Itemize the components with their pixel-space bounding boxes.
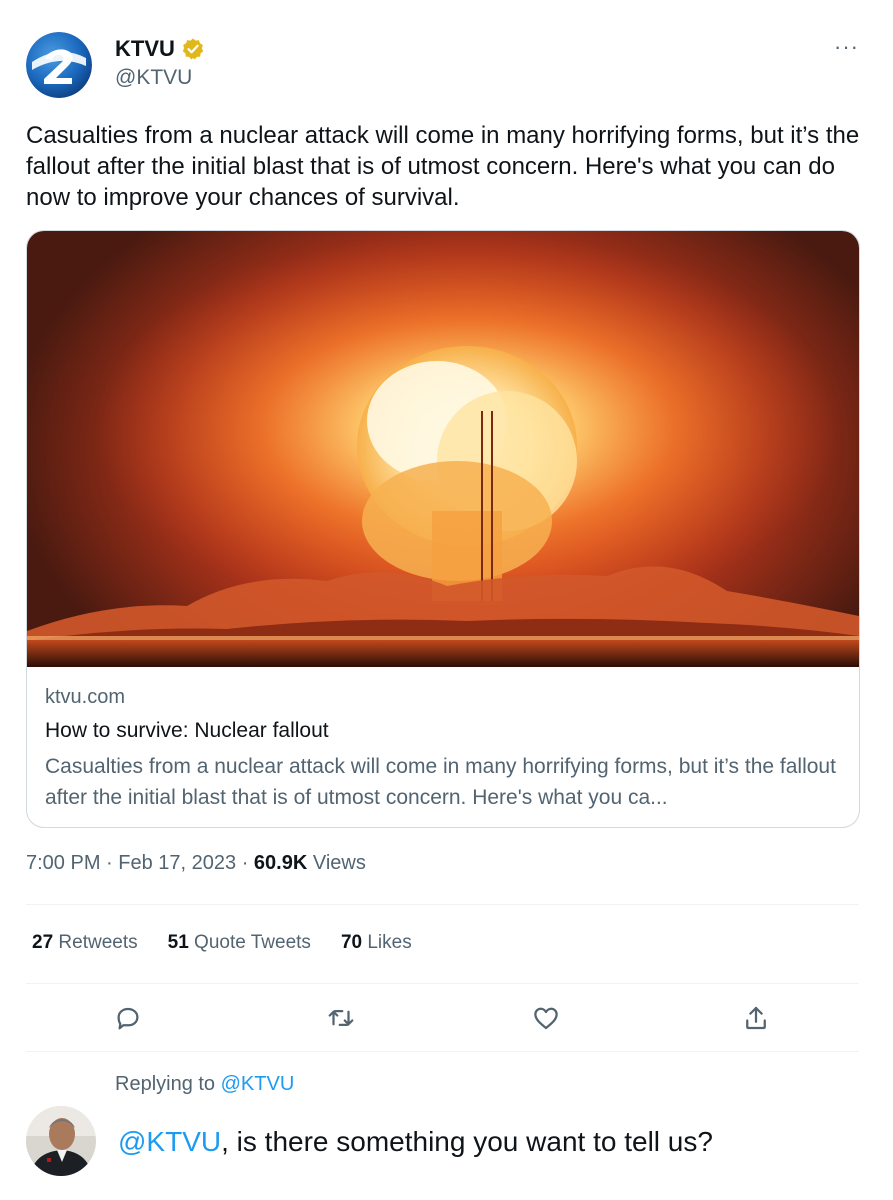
divider [26, 1051, 859, 1052]
tweet-time[interactable]: 7:00 PM [26, 852, 100, 874]
tweet-date[interactable]: Feb 17, 2023 [118, 852, 236, 874]
divider [26, 983, 859, 984]
more-options-icon[interactable]: ··· [834, 36, 859, 58]
card-domain: ktvu.com [45, 686, 126, 708]
author-name-row: KTVU [115, 36, 205, 62]
tweet-meta: 7:00 PM · Feb 17, 2023 · 60.9K Views [26, 852, 366, 875]
meta-separator: · [100, 852, 119, 874]
likes-count: 70 [340, 932, 363, 953]
share-button[interactable] [741, 1003, 771, 1033]
retweet-icon [328, 1010, 354, 1026]
retweets-stat[interactable]: 27 Retweets [32, 932, 138, 954]
author-avatar[interactable] [26, 32, 92, 98]
reply-button[interactable] [113, 1003, 143, 1033]
verified-badge-icon [181, 37, 205, 61]
nuclear-explosion-image [27, 231, 859, 667]
tweet-stats: 27 Retweets 51 Quote Tweets 70 Likes [32, 932, 412, 954]
link-card[interactable]: ktvu.com How to survive: Nuclear fallout… [26, 230, 860, 828]
reply-icon [117, 1007, 139, 1030]
divider [26, 904, 859, 905]
reply-mention[interactable]: @KTVU [118, 1126, 221, 1157]
meta-separator: · [236, 852, 254, 874]
views-label: Views [307, 852, 366, 874]
like-button[interactable] [531, 1003, 561, 1033]
ktvu-logo-icon [26, 32, 92, 98]
quote-tweets-label: Quote Tweets [188, 932, 311, 953]
views-count: 60.9K [253, 852, 308, 874]
card-description: Casualties from a nuclear attack will co… [45, 755, 836, 809]
share-icon [746, 1006, 766, 1030]
retweets-label: Retweets [53, 932, 138, 953]
retweets-count: 27 [32, 932, 54, 953]
replying-to: Replying to @KTVU [115, 1073, 294, 1096]
tweet: KTVU @KTVU ··· Casualties from a nuclear… [0, 0, 893, 1200]
tweet-text: Casualties from a nuclear attack will co… [26, 122, 860, 211]
card-title: How to survive: Nuclear fallout [45, 719, 329, 742]
replying-mention[interactable]: @KTVU [221, 1073, 295, 1095]
author-name[interactable]: KTVU [115, 36, 175, 62]
retweet-button[interactable] [326, 1003, 356, 1033]
action-bar [0, 1003, 893, 1033]
likes-stat[interactable]: 70 Likes [341, 932, 412, 954]
user-avatar[interactable] [26, 1106, 96, 1176]
replying-label: Replying to [115, 1073, 221, 1095]
author-handle[interactable]: @KTVU [115, 66, 192, 90]
quote-tweets-count: 51 [167, 932, 189, 953]
reply-text: , is there something you want to tell us… [221, 1126, 713, 1157]
heart-icon [534, 1007, 558, 1030]
likes-label: Likes [362, 932, 412, 953]
user-photo [26, 1106, 96, 1176]
quote-tweets-stat[interactable]: 51 Quote Tweets [168, 932, 311, 954]
reply-input[interactable]: @KTVU, is there something you want to te… [118, 1126, 713, 1158]
